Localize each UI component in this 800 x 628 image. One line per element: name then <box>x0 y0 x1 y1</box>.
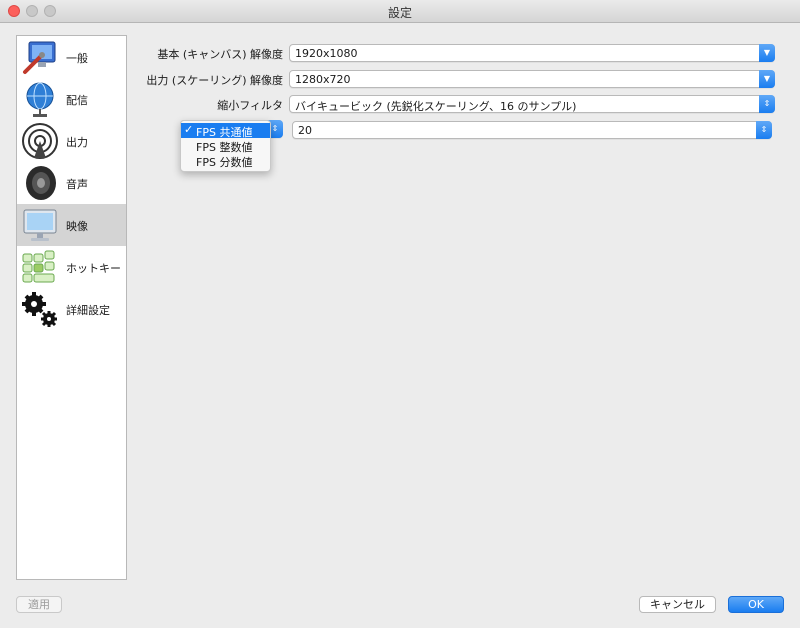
sidebar-item-hotkeys[interactable]: ホットキー <box>17 246 126 288</box>
sidebar-item-label: 配信 <box>66 94 88 107</box>
window-title: 設定 <box>387 6 412 20</box>
fps-option-integer[interactable]: FPS 整数値 <box>181 138 270 154</box>
downscale-filter-value: バイキュービック (先鋭化スケーリング、16 のサンプル) <box>295 100 577 113</box>
display-icon <box>23 209 57 241</box>
output-resolution-combo[interactable]: 1280x720 ▼ <box>289 70 775 88</box>
sidebar-item-advanced[interactable]: 詳細設定 <box>17 288 126 330</box>
chevron-down-icon: ▼ <box>759 70 775 88</box>
output-resolution-value: 1280x720 <box>295 73 351 86</box>
chevron-down-icon: ▼ <box>759 44 775 62</box>
up-down-chevron-icon: ⇕ <box>759 95 775 113</box>
sidebar-item-label: ホットキー <box>66 262 121 275</box>
gears-icon <box>22 292 57 327</box>
broadcast-antenna-icon <box>22 123 58 159</box>
fps-value-select[interactable]: 20 ⇕ <box>292 121 772 139</box>
fps-option-common[interactable]: ✓ FPS 共通値 <box>181 123 270 139</box>
checkmark-icon: ✓ <box>184 123 194 136</box>
title-bar: 設定 <box>0 0 800 23</box>
monitor-wrench-icon <box>23 41 56 74</box>
sidebar-item-label: 一般 <box>66 52 88 65</box>
settings-sidebar: 一般 配信 出力 音声 映像 ホットキー 詳細設定 <box>16 35 127 580</box>
sidebar-item-label: 映像 <box>66 220 88 233</box>
sidebar-item-general[interactable]: 一般 <box>17 36 126 78</box>
output-resolution-label: 出力 (スケーリング) 解像度 <box>146 74 283 87</box>
sidebar-item-label: 出力 <box>66 136 88 149</box>
sidebar-item-audio[interactable]: 音声 <box>17 162 126 204</box>
keyboard-icon <box>22 250 55 283</box>
sidebar-item-video[interactable]: 映像 <box>17 204 126 246</box>
downscale-filter-select[interactable]: バイキュービック (先鋭化スケーリング、16 のサンプル) ⇕ <box>289 95 775 113</box>
sidebar-item-label: 詳細設定 <box>66 304 110 317</box>
fps-value: 20 <box>298 124 312 137</box>
fps-type-dropdown-menu: ✓ FPS 共通値 FPS 整数値 FPS 分数値 <box>180 120 271 172</box>
sidebar-item-stream[interactable]: 配信 <box>17 78 126 120</box>
base-resolution-value: 1920x1080 <box>295 47 358 60</box>
sidebar-item-label: 音声 <box>66 178 88 191</box>
globe-network-icon <box>26 82 54 117</box>
base-resolution-combo[interactable]: 1920x1080 ▼ <box>289 44 775 62</box>
fps-option-fractional[interactable]: FPS 分数値 <box>181 153 270 169</box>
downscale-filter-label: 縮小フィルタ <box>217 99 283 112</box>
ok-button[interactable]: OK <box>728 596 784 613</box>
sidebar-item-output[interactable]: 出力 <box>17 120 126 162</box>
base-resolution-label: 基本 (キャンバス) 解像度 <box>157 48 283 61</box>
cancel-button[interactable]: キャンセル <box>639 596 716 613</box>
apply-button[interactable]: 適用 <box>16 596 62 613</box>
speaker-icon <box>26 166 56 200</box>
up-down-chevron-icon: ⇕ <box>756 121 772 139</box>
